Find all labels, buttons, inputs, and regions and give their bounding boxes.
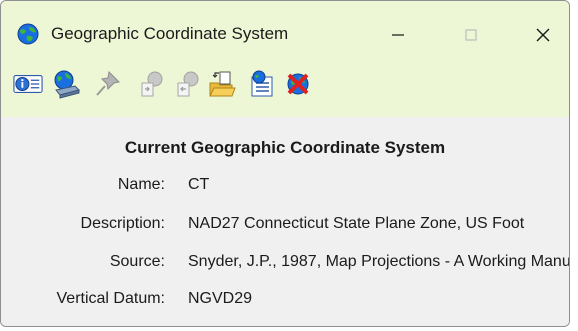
pin-button[interactable]	[93, 69, 123, 99]
close-button[interactable]	[519, 15, 567, 55]
description-label: Description:	[80, 215, 165, 232]
geographic-coordinate-system-window: Geographic Coordinate System Current Geo…	[0, 0, 570, 327]
globe-drive-icon	[54, 70, 80, 99]
vertical-datum-value: NGVD29	[188, 290, 253, 307]
minimize-icon	[392, 34, 404, 36]
open-folder-button[interactable]	[207, 69, 237, 99]
toolbar	[1, 67, 569, 117]
minimize-button[interactable]	[374, 15, 422, 55]
name-value: CT	[188, 176, 210, 193]
info-button[interactable]	[13, 69, 43, 99]
delete-globe-button[interactable]	[283, 69, 313, 99]
import-globe-icon	[141, 71, 163, 97]
globe-icon	[17, 23, 39, 45]
field-row-source: Source: Snyder, J.P., 1987, Map Projecti…	[1, 253, 569, 275]
source-label: Source:	[109, 253, 165, 270]
name-label: Name:	[117, 176, 165, 193]
export-globe-button[interactable]	[173, 69, 203, 99]
title-bar[interactable]: Geographic Coordinate System	[1, 1, 569, 67]
close-icon	[536, 28, 550, 42]
field-row-vertical-datum: Vertical Datum: NGVD29	[1, 290, 569, 312]
globe-list-icon	[251, 70, 273, 97]
delete-globe-icon	[287, 73, 309, 95]
export-globe-icon	[177, 71, 199, 97]
globe-list-button[interactable]	[247, 69, 277, 99]
pin-icon	[96, 70, 121, 96]
maximize-button[interactable]	[447, 15, 495, 55]
coordinate-system-panel: Current Geographic Coordinate System Nam…	[1, 117, 569, 326]
description-value: NAD27 Connecticut State Plane Zone, US F…	[188, 215, 525, 232]
import-globe-button[interactable]	[137, 69, 167, 99]
field-row-description: Description: NAD27 Connecticut State Pla…	[1, 215, 569, 237]
field-row-name: Name: CT	[1, 176, 569, 198]
vertical-datum-label: Vertical Datum:	[56, 290, 165, 307]
maximize-icon	[465, 29, 477, 41]
window-title: Geographic Coordinate System	[51, 24, 289, 43]
open-folder-icon	[209, 71, 236, 97]
source-value: Snyder, J.P., 1987, Map Projections - A …	[188, 253, 569, 270]
info-icon	[13, 75, 43, 93]
section-heading: Current Geographic Coordinate System	[124, 138, 446, 157]
globe-drive-button[interactable]	[51, 69, 81, 99]
